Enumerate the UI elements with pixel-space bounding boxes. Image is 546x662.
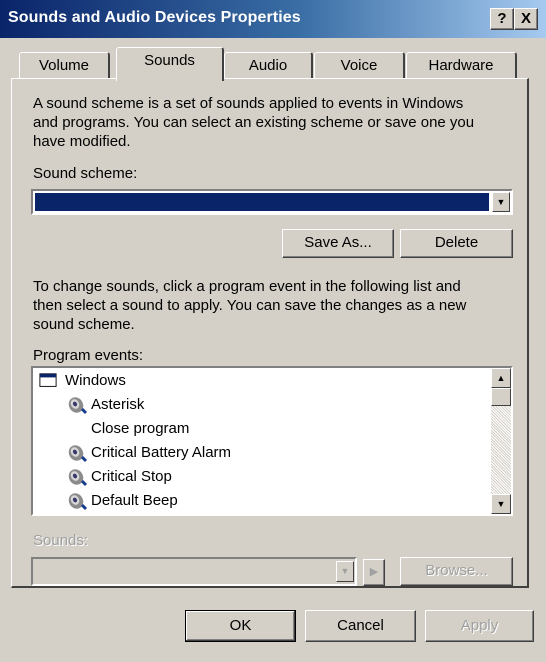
sounds-label: Sounds: bbox=[33, 532, 89, 549]
play-button[interactable]: ▶ bbox=[363, 559, 385, 586]
speaker-icon bbox=[68, 469, 87, 487]
tab-sounds[interactable]: Sounds bbox=[116, 47, 224, 81]
speaker-icon bbox=[68, 445, 87, 463]
speaker-icon bbox=[68, 493, 87, 511]
ok-button[interactable]: OK bbox=[185, 610, 296, 642]
scheme-description-line-1: A sound scheme is a set of sounds applie… bbox=[33, 95, 464, 112]
instructions-line-2: then select a sound to apply. You can sa… bbox=[33, 297, 467, 314]
list-item-label: Windows bbox=[65, 372, 126, 389]
tab-hardware[interactable]: Hardware bbox=[406, 52, 517, 79]
window-title: Sounds and Audio Devices Properties bbox=[8, 9, 301, 26]
events-scrollbar[interactable]: ▲ ▼ bbox=[491, 368, 511, 514]
scheme-description-line-2: and programs. You can select an existing… bbox=[33, 114, 475, 131]
scheme-description-line-3: have modified. bbox=[33, 133, 131, 150]
speaker-icon bbox=[68, 397, 87, 415]
tab-audio[interactable]: Audio bbox=[224, 52, 313, 79]
list-item-label: Critical Battery Alarm bbox=[91, 444, 232, 461]
sound-scheme-dropdown[interactable]: ▼ bbox=[31, 189, 513, 215]
save-as-button[interactable]: Save As... bbox=[282, 229, 394, 258]
sound-scheme-value bbox=[35, 193, 489, 211]
scroll-up-icon[interactable]: ▲ bbox=[491, 368, 511, 388]
browse-button[interactable]: Browse... bbox=[400, 557, 513, 586]
dialog-window: Sounds and Audio Devices Properties ? X … bbox=[0, 0, 546, 662]
delete-button[interactable]: Delete bbox=[400, 229, 513, 258]
sound-scheme-label: Sound scheme: bbox=[33, 165, 138, 182]
chevron-down-icon[interactable]: ▼ bbox=[336, 561, 354, 582]
help-button[interactable]: ? bbox=[490, 8, 514, 30]
window-icon bbox=[39, 373, 57, 387]
title-bar[interactable]: Sounds and Audio Devices Properties ? X bbox=[0, 0, 546, 38]
instructions-line-1: To change sounds, click a program event … bbox=[33, 278, 461, 295]
sounds-dropdown[interactable]: ▼ bbox=[31, 557, 357, 586]
chevron-down-icon[interactable]: ▼ bbox=[492, 192, 510, 212]
apply-button[interactable]: Apply bbox=[425, 610, 534, 642]
scroll-thumb[interactable] bbox=[491, 388, 511, 406]
list-item-label: Default Beep bbox=[91, 492, 178, 509]
tab-voice[interactable]: Voice bbox=[314, 52, 405, 79]
program-events-label: Program events: bbox=[33, 347, 144, 364]
cancel-button[interactable]: Cancel bbox=[305, 610, 416, 642]
list-item-label: Asterisk bbox=[91, 396, 145, 413]
scroll-down-icon[interactable]: ▼ bbox=[491, 494, 511, 514]
list-item-label: Close program bbox=[91, 420, 190, 437]
list-item-label: Critical Stop bbox=[91, 468, 172, 485]
tab-volume[interactable]: Volume bbox=[19, 52, 110, 79]
instructions-line-3: sound scheme. bbox=[33, 316, 135, 333]
close-button[interactable]: X bbox=[514, 8, 538, 30]
program-events-list[interactable]: Windows Asterisk Close program Critical … bbox=[31, 366, 513, 516]
